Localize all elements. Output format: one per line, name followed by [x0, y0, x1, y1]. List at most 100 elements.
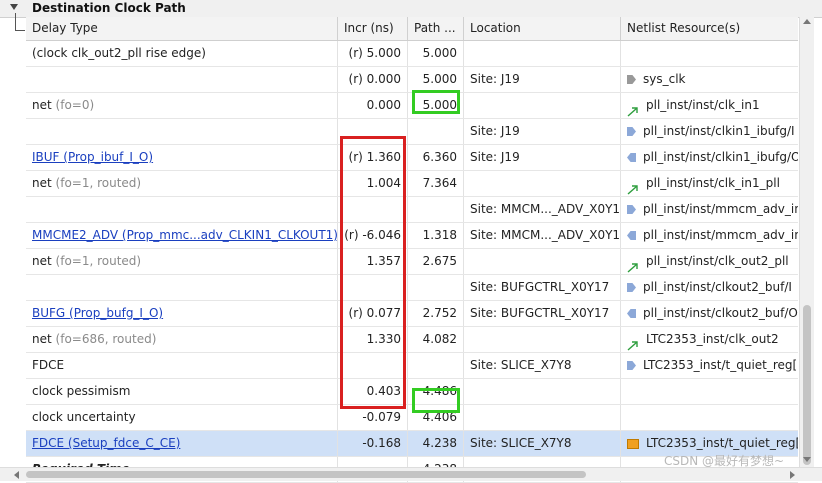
section-header[interactable]: Destination Clock Path [0, 0, 822, 18]
netlist-resource-cell[interactable]: LTC2353_inst/t_quiet_reg[2] [621, 353, 798, 378]
delay-type-link[interactable]: MMCME2_ADV (Prop_mmc...adv_CLKIN1_CLKOUT… [32, 228, 337, 242]
section-title: Destination Clock Path [32, 1, 186, 15]
scroll-right-arrow-icon[interactable] [790, 471, 795, 479]
location-cell [464, 171, 621, 196]
netlist-resource-cell[interactable]: pll_inst/inst/mmcm_adv_inst [621, 223, 798, 248]
netlist-resource-cell[interactable]: pll_inst/inst/clk_in1 [621, 93, 798, 118]
netlist-resource-cell[interactable]: pll_inst/inst/clkin1_ibufg/O [621, 145, 798, 170]
vertical-scroll-thumb[interactable] [803, 305, 811, 465]
net-icon [627, 257, 639, 273]
table-row[interactable]: BUFG (Prop_bufg_I_O) (r) 0.077 2.752 Site: … [26, 301, 798, 327]
netlist-resource-text: pll_inst/inst/clk_in1_pll [646, 176, 780, 190]
table-row[interactable]: IBUF (Prop_ibuf_I_O) (r) 1.360 6.360 Site: … [26, 145, 798, 171]
net-icon [627, 335, 639, 351]
netlist-resource-text: pll_inst/inst/clkin1_ibufg/I [643, 124, 795, 138]
location-cell: Site: MMCM..._ADV_X0Y1 [464, 223, 621, 248]
delay-type-cell: net (fo=0) [26, 93, 338, 118]
table-row[interactable]: net (fo=1, routed) 1.004 7.364 pll_inst/ins… [26, 171, 798, 197]
delay-type-link[interactable]: IBUF (Prop_ibuf_I_O) [32, 150, 153, 164]
table-row[interactable]: Site: MMCM..._ADV_X0Y1 pll_inst/inst/mmcm… [26, 197, 798, 223]
path-cell [408, 119, 464, 144]
table-row[interactable]: MMCME2_ADV (Prop_mmc...adv_CLKIN1_CLKOUT… [26, 223, 798, 249]
path-cell: 6.360 [408, 145, 464, 170]
net-icon [627, 179, 639, 195]
netlist-resource-cell[interactable]: pll_inst/inst/clk_out2_pll [621, 249, 798, 274]
delay-type-cell[interactable]: FDCE (Setup_fdce_C_CE) [26, 431, 338, 456]
location-cell: Site: SLICE_X7Y8 [464, 431, 621, 456]
location-cell [464, 93, 621, 118]
delay-type-text: net [32, 176, 52, 190]
delay-type-cell: net (fo=686, routed) [26, 327, 338, 352]
scroll-left-arrow-icon[interactable] [14, 471, 19, 479]
table-row[interactable]: net (fo=686, routed) 1.330 4.082 LTC2353_in… [26, 327, 798, 353]
location-cell: Site: J19 [464, 119, 621, 144]
netlist-resource-cell[interactable]: pll_inst/inst/mmcm_adv_inst [621, 197, 798, 222]
incr-cell: -0.168 [338, 431, 408, 456]
netlist-resource-cell[interactable]: pll_inst/inst/clkout2_buf/O [621, 301, 798, 326]
delay-type-link[interactable]: BUFG (Prop_bufg_I_O) [32, 306, 163, 320]
table-row[interactable]: FDCE Site: SLICE_X7Y8 LTC2353_inst/t_quiet… [26, 353, 798, 379]
delay-type-text: clock pessimism [32, 384, 131, 398]
path-cell: 2.752 [408, 301, 464, 326]
delay-type-cell: net (fo=1, routed) [26, 249, 338, 274]
output-pin-icon [627, 205, 636, 214]
delay-type-text: (clock clk_out2_pll rise edge) [32, 46, 206, 60]
location-cell [464, 405, 621, 430]
path-cell: 5.000 [408, 41, 464, 66]
delay-type-cell: net (fo=1, routed) [26, 171, 338, 196]
delay-type-cell [26, 197, 338, 222]
path-cell: 4.238 [408, 431, 464, 456]
column-header-incr[interactable]: Incr (ns) [338, 17, 408, 40]
path-cell: 4.082 [408, 327, 464, 352]
location-cell: Site: J19 [464, 145, 621, 170]
netlist-resource-cell [621, 405, 798, 430]
column-header-path[interactable]: Path ... [408, 17, 464, 40]
path-cell [408, 275, 464, 300]
path-cell: 1.318 [408, 223, 464, 248]
scroll-up-arrow-icon[interactable] [803, 19, 811, 24]
location-cell: Site: BUFGCTRL_X0Y17 [464, 275, 621, 300]
netlist-resource-cell[interactable]: pll_inst/inst/clkin1_ibufg/I [621, 119, 798, 144]
netlist-resource-text: pll_inst/inst/mmcm_adv_inst [643, 202, 798, 216]
netlist-resource-text: pll_inst/inst/clkin1_ibufg/O [643, 150, 798, 164]
fanout-note: (fo=686, routed) [55, 332, 157, 346]
path-highlight-box-start [412, 90, 460, 114]
horizontal-scrollbar[interactable] [0, 467, 822, 481]
path-cell [408, 353, 464, 378]
netlist-resource-cell [621, 379, 798, 404]
incr-cell: 0.000 [338, 93, 408, 118]
vertical-scrollbar[interactable] [799, 17, 814, 467]
delay-type-cell[interactable]: MMCME2_ADV (Prop_mmc...adv_CLKIN1_CLKOUT… [26, 223, 338, 248]
horizontal-scroll-thumb[interactable] [26, 471, 586, 478]
table-row[interactable]: (clock clk_out2_pll rise edge) (r) 5.000 5… [26, 41, 798, 67]
netlist-resource-cell[interactable]: LTC2353_inst/clk_out2 [621, 327, 798, 352]
netlist-resource-text: pll_inst/inst/clk_out2_pll [646, 254, 789, 268]
delay-type-text: FDCE [32, 358, 65, 372]
column-header-delay-type[interactable]: Delay Type [26, 17, 338, 40]
fanout-note: (fo=1, routed) [55, 176, 142, 190]
column-header-location[interactable]: Location [464, 17, 621, 40]
table-row[interactable]: net (fo=1, routed) 1.357 2.675 pll_inst/ins… [26, 249, 798, 275]
delay-type-link[interactable]: FDCE (Setup_fdce_C_CE) [32, 436, 180, 450]
table-row[interactable]: Site: J19 pll_inst/inst/clkin1_ibufg/I [26, 119, 798, 145]
netlist-resource-cell[interactable]: sys_clk [621, 67, 798, 92]
location-cell [464, 41, 621, 66]
delay-type-cell [26, 275, 338, 300]
table-header: Delay Type Incr (ns) Path ... Location N… [26, 17, 798, 41]
netlist-resource-text: pll_inst/inst/clkout2_buf/I [643, 280, 792, 294]
location-cell: Site: SLICE_X7Y8 [464, 353, 621, 378]
collapse-triangle-icon[interactable] [10, 4, 18, 10]
netlist-resource-cell[interactable]: pll_inst/inst/clk_in1_pll [621, 171, 798, 196]
scroll-down-arrow-icon[interactable] [803, 457, 811, 462]
netlist-resource-text: LTC2353_inst/clk_out2 [646, 332, 779, 346]
delay-type-cell[interactable]: IBUF (Prop_ibuf_I_O) [26, 145, 338, 170]
column-header-netlist-resources[interactable]: Netlist Resource(s) [621, 17, 798, 40]
delay-type-cell[interactable]: BUFG (Prop_bufg_I_O) [26, 301, 338, 326]
netlist-resource-cell[interactable]: pll_inst/inst/clkout2_buf/I [621, 275, 798, 300]
delay-type-text: net [32, 254, 52, 268]
table-row[interactable]: Site: BUFGCTRL_X0Y17 pll_inst/inst/clkout… [26, 275, 798, 301]
delay-type-text: net [32, 98, 52, 112]
path-cell: 5.000 [408, 67, 464, 92]
incr-highlight-box [340, 136, 406, 409]
output-pin-icon [627, 127, 636, 136]
